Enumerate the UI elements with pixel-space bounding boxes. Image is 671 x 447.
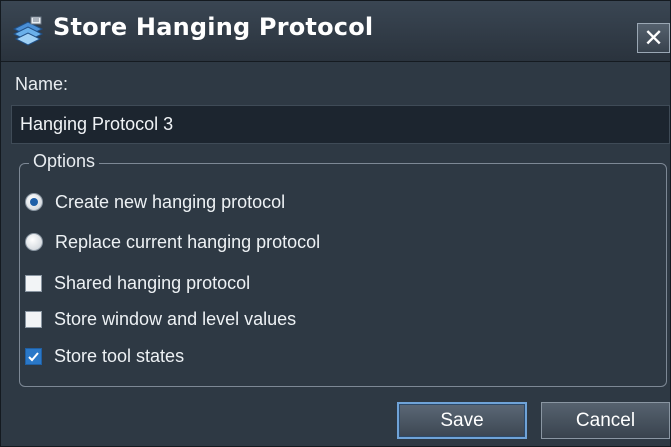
radio-button[interactable] <box>25 233 43 251</box>
store-hanging-protocol-dialog: Store Hanging Protocol ✕ Name: Options C… <box>0 0 671 447</box>
close-button[interactable]: ✕ <box>637 23 670 53</box>
title-bar[interactable]: Store Hanging Protocol ✕ <box>1 1 670 62</box>
checkbox-checked[interactable] <box>25 347 42 365</box>
protocol-stack-icon <box>11 15 45 47</box>
options-legend: Options <box>29 151 100 172</box>
name-label: Name: <box>15 74 69 94</box>
close-icon: ✕ <box>643 24 664 52</box>
dialog-title: Store Hanging Protocol <box>53 13 374 41</box>
checkbox-unchecked[interactable] <box>25 274 42 292</box>
radio-replace-current-label: Replace current hanging protocol <box>55 231 321 252</box>
checkbox-window-level[interactable]: Store window and level values <box>25 306 296 332</box>
radio-create-new[interactable]: Create new hanging protocol <box>25 189 285 215</box>
save-button[interactable]: Save <box>397 402 527 439</box>
checkbox-window-level-label: Store window and level values <box>54 308 297 329</box>
cancel-button[interactable]: Cancel <box>541 402 670 439</box>
checkbox-tool-states-label: Store tool states <box>54 345 185 366</box>
checkmark-icon <box>28 351 39 361</box>
radio-create-new-label: Create new hanging protocol <box>55 191 286 212</box>
radio-button-selected[interactable] <box>25 193 43 211</box>
checkbox-tool-states[interactable]: Store tool states <box>25 343 184 369</box>
checkbox-shared[interactable]: Shared hanging protocol <box>25 270 250 296</box>
checkbox-unchecked[interactable] <box>25 310 42 328</box>
radio-replace-current[interactable]: Replace current hanging protocol <box>25 229 320 255</box>
checkbox-shared-label: Shared hanging protocol <box>54 272 251 293</box>
name-input[interactable] <box>11 105 670 144</box>
